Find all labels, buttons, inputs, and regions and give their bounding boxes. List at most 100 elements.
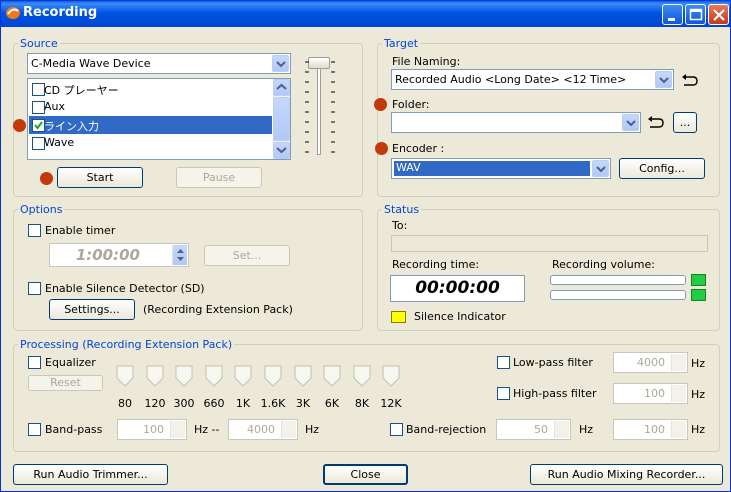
encoder-label: Encoder : bbox=[392, 142, 445, 155]
dropdown-button[interactable] bbox=[592, 160, 609, 177]
eq-band-slider[interactable] bbox=[322, 365, 342, 387]
silence-settings-button[interactable]: Settings... bbox=[49, 299, 135, 320]
slider-thumb-icon bbox=[264, 365, 282, 387]
eq-band-slider[interactable] bbox=[352, 365, 372, 387]
spinner[interactable] bbox=[170, 421, 185, 438]
bandpass-to-value: 4000 bbox=[247, 423, 275, 436]
eq-band-slider[interactable] bbox=[263, 365, 283, 387]
eq-band-slider[interactable] bbox=[293, 365, 313, 387]
silence-indicator-label: Silence Indicator bbox=[414, 310, 506, 323]
spinner[interactable] bbox=[671, 354, 686, 371]
volume-indicator-right bbox=[691, 289, 706, 301]
slider-thumb-icon bbox=[175, 365, 193, 387]
source-input-list[interactable]: CD プレーヤー Aux ライン入力 Wave bbox=[27, 78, 291, 160]
slider-thumb-icon bbox=[382, 365, 400, 387]
set-timer-button[interactable]: Set... bbox=[204, 245, 290, 266]
highpass-value: 100 bbox=[644, 387, 665, 400]
close-button[interactable]: Close bbox=[323, 464, 408, 485]
lowpass-label: Low-pass filter bbox=[513, 356, 593, 369]
dropdown-button[interactable] bbox=[655, 71, 672, 88]
eq-band-slider[interactable] bbox=[174, 365, 194, 387]
list-scrollbar[interactable] bbox=[273, 79, 290, 159]
enable-timer-checkbox[interactable] bbox=[28, 224, 41, 237]
start-button[interactable]: Start bbox=[57, 167, 143, 188]
highpass-checkbox[interactable] bbox=[497, 387, 510, 400]
eq-band-label: 8K bbox=[354, 397, 370, 410]
pause-button[interactable]: Pause bbox=[176, 167, 262, 188]
eq-band-slider[interactable] bbox=[204, 365, 224, 387]
volume-meter-right bbox=[550, 290, 686, 300]
encoder-select[interactable]: WAV bbox=[391, 158, 611, 179]
input-level-slider-track[interactable] bbox=[317, 61, 321, 155]
slider-thumb-icon bbox=[205, 365, 223, 387]
spinner[interactable] bbox=[671, 421, 686, 438]
highpass-input[interactable]: 100 bbox=[613, 383, 688, 404]
run-audio-trimmer-button[interactable]: Run Audio Trimmer... bbox=[13, 464, 168, 485]
eq-band-slider[interactable] bbox=[115, 365, 135, 387]
encoder-config-button[interactable]: Config... bbox=[619, 158, 705, 179]
bandpass-to-input[interactable]: 4000 bbox=[228, 419, 298, 440]
eq-band-label: 1K bbox=[235, 397, 251, 410]
eq-band-label: 120 bbox=[144, 397, 166, 410]
title-bar[interactable]: Recording bbox=[1, 1, 730, 27]
close-window-button[interactable] bbox=[708, 4, 729, 25]
bandrej-to-input[interactable]: 100 bbox=[613, 419, 688, 440]
lowpass-input[interactable]: 4000 bbox=[613, 352, 688, 373]
bandrej-checkbox[interactable] bbox=[390, 423, 403, 436]
equalizer-checkbox[interactable] bbox=[28, 356, 41, 369]
volume-meter-left bbox=[550, 275, 686, 285]
minimize-icon bbox=[668, 18, 675, 21]
eq-band-label: 3K bbox=[295, 397, 311, 410]
bandrej-label: Band-rejection bbox=[406, 423, 487, 436]
scroll-thumb[interactable] bbox=[273, 97, 290, 141]
recording-time-display: 00:00:00 bbox=[390, 275, 525, 302]
chevron-down-icon bbox=[596, 166, 606, 173]
timer-spinner[interactable] bbox=[172, 245, 187, 265]
highpass-label: High-pass filter bbox=[513, 387, 597, 400]
list-item-selected[interactable]: ライン入力 bbox=[29, 116, 272, 134]
eq-band-label: 660 bbox=[203, 397, 225, 410]
hz-label: Hz bbox=[691, 423, 706, 436]
eq-band-slider[interactable] bbox=[233, 365, 253, 387]
status-legend: Status bbox=[384, 203, 420, 216]
close-icon bbox=[713, 9, 725, 21]
spinner[interactable] bbox=[671, 385, 686, 402]
slider-thumb-icon bbox=[234, 365, 252, 387]
marker-dot bbox=[375, 142, 388, 155]
file-naming-select[interactable]: Recorded Audio <Long Date> <12 Time> bbox=[391, 69, 674, 90]
silence-detector-checkbox[interactable] bbox=[28, 282, 41, 295]
list-item[interactable]: CD プレーヤー bbox=[29, 80, 272, 98]
undo-icon[interactable] bbox=[647, 114, 665, 130]
timer-input[interactable]: 1:00:00 bbox=[49, 243, 189, 267]
maximize-icon bbox=[689, 8, 703, 21]
dropdown-button[interactable] bbox=[622, 114, 639, 131]
source-device-select[interactable]: C-Media Wave Device bbox=[27, 53, 291, 74]
input-level-slider-thumb[interactable] bbox=[308, 57, 330, 69]
eq-band-slider[interactable] bbox=[381, 365, 401, 387]
bandpass-from-input[interactable]: 100 bbox=[117, 419, 187, 440]
dropdown-button[interactable] bbox=[272, 55, 289, 72]
browse-folder-button[interactable]: ... bbox=[673, 112, 697, 133]
scroll-down-button[interactable] bbox=[273, 142, 290, 159]
eq-band-label: 12K bbox=[380, 397, 402, 410]
spinner[interactable] bbox=[281, 421, 296, 438]
marker-dot bbox=[40, 172, 53, 185]
folder-select[interactable] bbox=[391, 112, 641, 133]
minimize-button[interactable] bbox=[662, 4, 683, 25]
list-item-label: Aux bbox=[44, 100, 66, 113]
list-item[interactable]: Wave bbox=[29, 134, 272, 152]
equalizer-reset-button[interactable]: Reset bbox=[28, 375, 103, 391]
bandpass-checkbox[interactable] bbox=[28, 423, 41, 436]
scroll-up-button[interactable] bbox=[273, 79, 290, 96]
spinner[interactable] bbox=[554, 421, 569, 438]
eq-band-slider[interactable] bbox=[145, 365, 165, 387]
list-item[interactable]: Aux bbox=[29, 98, 272, 116]
run-audio-mixing-recorder-button[interactable]: Run Audio Mixing Recorder... bbox=[530, 464, 723, 485]
undo-icon[interactable] bbox=[681, 72, 699, 88]
options-legend: Options bbox=[20, 203, 63, 216]
maximize-button[interactable] bbox=[685, 4, 706, 25]
lowpass-checkbox[interactable] bbox=[497, 356, 510, 369]
eq-band-label: 300 bbox=[173, 397, 195, 410]
bandrej-from-input[interactable]: 50 bbox=[496, 419, 571, 440]
timer-value: 1:00:00 bbox=[75, 246, 140, 264]
